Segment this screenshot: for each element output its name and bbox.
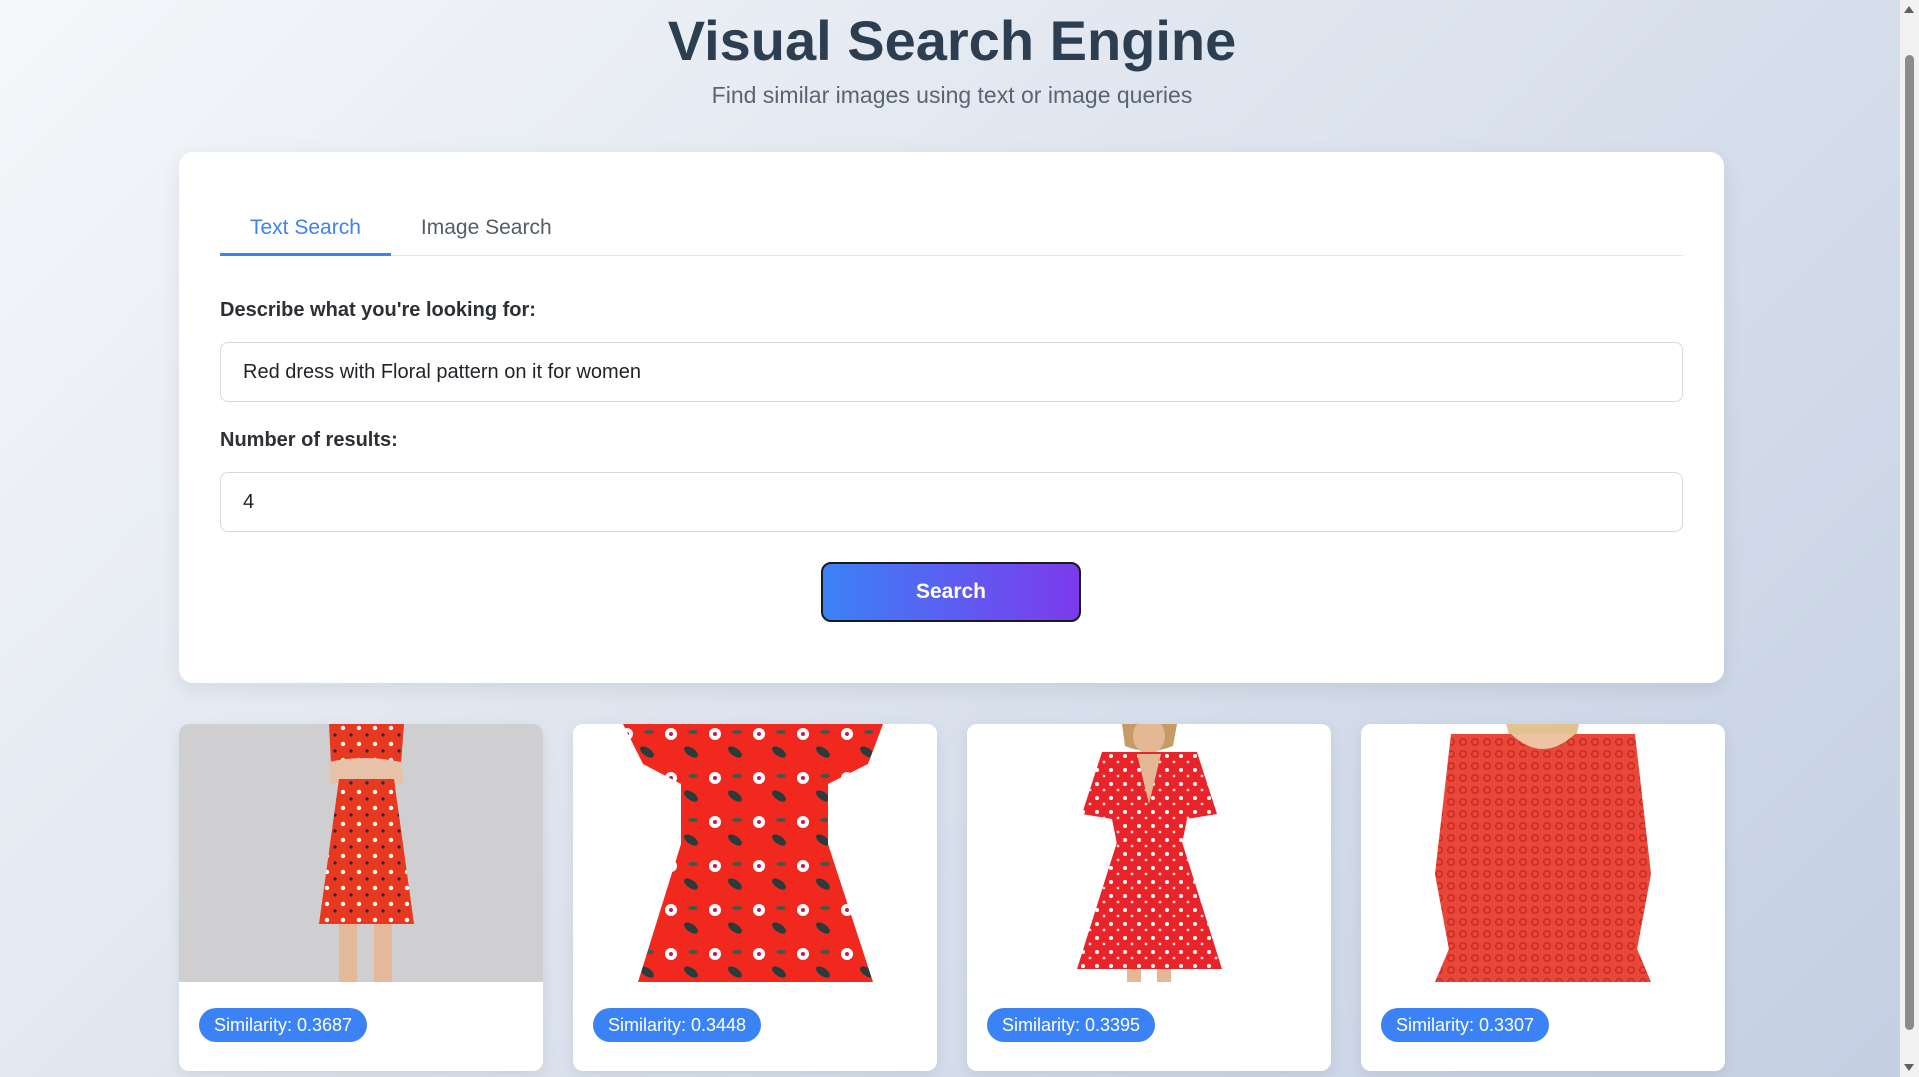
result-image[interactable] <box>967 724 1331 982</box>
result-card[interactable]: Similarity: 0.3307 <box>1361 724 1725 1071</box>
dress-photo-1 <box>179 724 543 982</box>
search-tabs: Text Search Image Search <box>220 206 1683 256</box>
results-count-input[interactable]: 4 <box>220 472 1683 532</box>
page-scrollbar[interactable] <box>1900 0 1919 1077</box>
similarity-badge: Similarity: 0.3687 <box>199 1008 368 1042</box>
count-label: Number of results: <box>220 429 398 451</box>
query-input[interactable]: Red dress with Floral pattern on it for … <box>220 342 1683 402</box>
page-title: Visual Search Engine <box>667 9 1237 72</box>
search-card: Text Search Image Search Describe what y… <box>179 152 1724 683</box>
tab-image-search[interactable]: Image Search <box>391 206 582 256</box>
query-label: Describe what you're looking for: <box>220 299 536 321</box>
dress-photo-3 <box>967 724 1331 982</box>
tab-text-search[interactable]: Text Search <box>220 206 391 256</box>
result-image[interactable] <box>1361 724 1725 982</box>
result-image[interactable] <box>179 724 543 982</box>
result-card[interactable]: Similarity: 0.3687 <box>179 724 543 1071</box>
scroll-up-icon[interactable] <box>1904 6 1914 13</box>
result-image[interactable] <box>573 724 937 982</box>
similarity-badge: Similarity: 0.3448 <box>593 1008 762 1042</box>
query-input-value: Red dress with Floral pattern on it for … <box>243 360 641 383</box>
results-grid: Similarity: 0.3687 Similarity: 0.3448 Si… <box>179 724 1725 1077</box>
similarity-badge: Similarity: 0.3395 <box>987 1008 1156 1042</box>
results-count-value: 4 <box>243 490 255 513</box>
result-card[interactable]: Similarity: 0.3448 <box>573 724 937 1071</box>
scroll-down-icon[interactable] <box>1904 1064 1914 1071</box>
dress-photo-4 <box>1361 724 1725 982</box>
page-subtitle: Find similar images using text or image … <box>711 82 1193 108</box>
dress-photo-2 <box>573 724 937 982</box>
search-button[interactable]: Search <box>821 562 1081 622</box>
scroll-thumb[interactable] <box>1905 55 1914 1030</box>
result-card[interactable]: Similarity: 0.3395 <box>967 724 1331 1071</box>
similarity-badge: Similarity: 0.3307 <box>1381 1008 1550 1042</box>
page: Visual Search Engine Find similar images… <box>0 0 1900 1077</box>
